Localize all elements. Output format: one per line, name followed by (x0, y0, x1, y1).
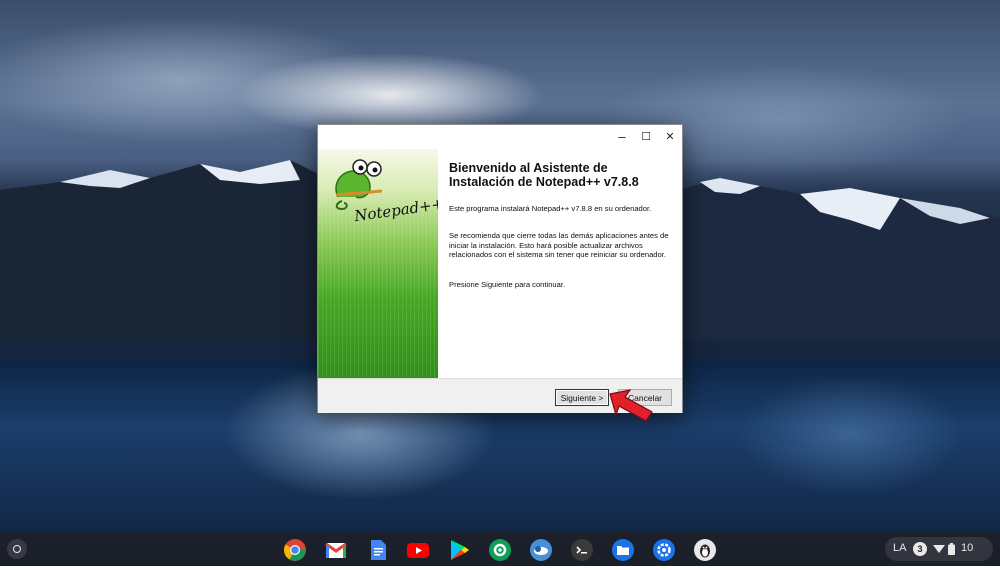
settings-icon[interactable] (652, 538, 676, 562)
continue-instruction: Presione Siguiente para continuar. (449, 280, 566, 289)
launcher-button[interactable] (7, 539, 27, 559)
wifi-icon (933, 545, 945, 553)
water-reflection-right (700, 350, 1000, 520)
notification-count-badge[interactable]: 3 (913, 542, 927, 556)
youtube-icon[interactable] (406, 538, 430, 562)
chrome-icon[interactable] (283, 538, 307, 562)
settings-app-icon[interactable] (488, 538, 512, 562)
intro-text: Este programa instalará Notepad++ v7.8.8… (449, 204, 652, 213)
chromeos-shelf: LA 3 10 (0, 532, 1000, 566)
recommendation-text: Se recomienda que cierre todas las demás… (449, 231, 669, 260)
red-arrow-pointer-icon (609, 389, 653, 422)
installer-window: – ☐ ✕ Notepad++ Bienvenido al Asistente … (317, 124, 683, 413)
installer-banner: Notepad++ (318, 149, 445, 378)
screen-border (0, 566, 1000, 570)
battery-icon (948, 543, 955, 555)
minimize-button[interactable]: – (611, 128, 633, 146)
close-button[interactable]: ✕ (659, 128, 681, 146)
next-button[interactable]: Siguiente > (555, 389, 609, 406)
gmail-icon[interactable] (324, 538, 348, 562)
welcome-heading: Bienvenido al Asistente de Instalación d… (449, 161, 639, 189)
files-icon[interactable] (611, 538, 635, 562)
maximize-button[interactable]: ☐ (635, 128, 657, 146)
remote-app-icon[interactable] (529, 538, 553, 562)
clock-label[interactable]: 10 (961, 542, 973, 554)
window-titlebar[interactable]: – ☐ ✕ (318, 125, 682, 149)
welcome-content: Bienvenido al Asistente de Instalación d… (438, 149, 682, 378)
play-store-icon[interactable] (447, 538, 471, 562)
status-tray[interactable]: LA 3 10 (885, 537, 993, 561)
terminal-icon[interactable] (570, 538, 594, 562)
docs-icon[interactable] (366, 538, 390, 562)
linux-penguin-icon[interactable] (693, 538, 717, 562)
launcher-circle-icon (13, 545, 21, 553)
keyboard-layout-label[interactable]: LA (893, 542, 906, 554)
